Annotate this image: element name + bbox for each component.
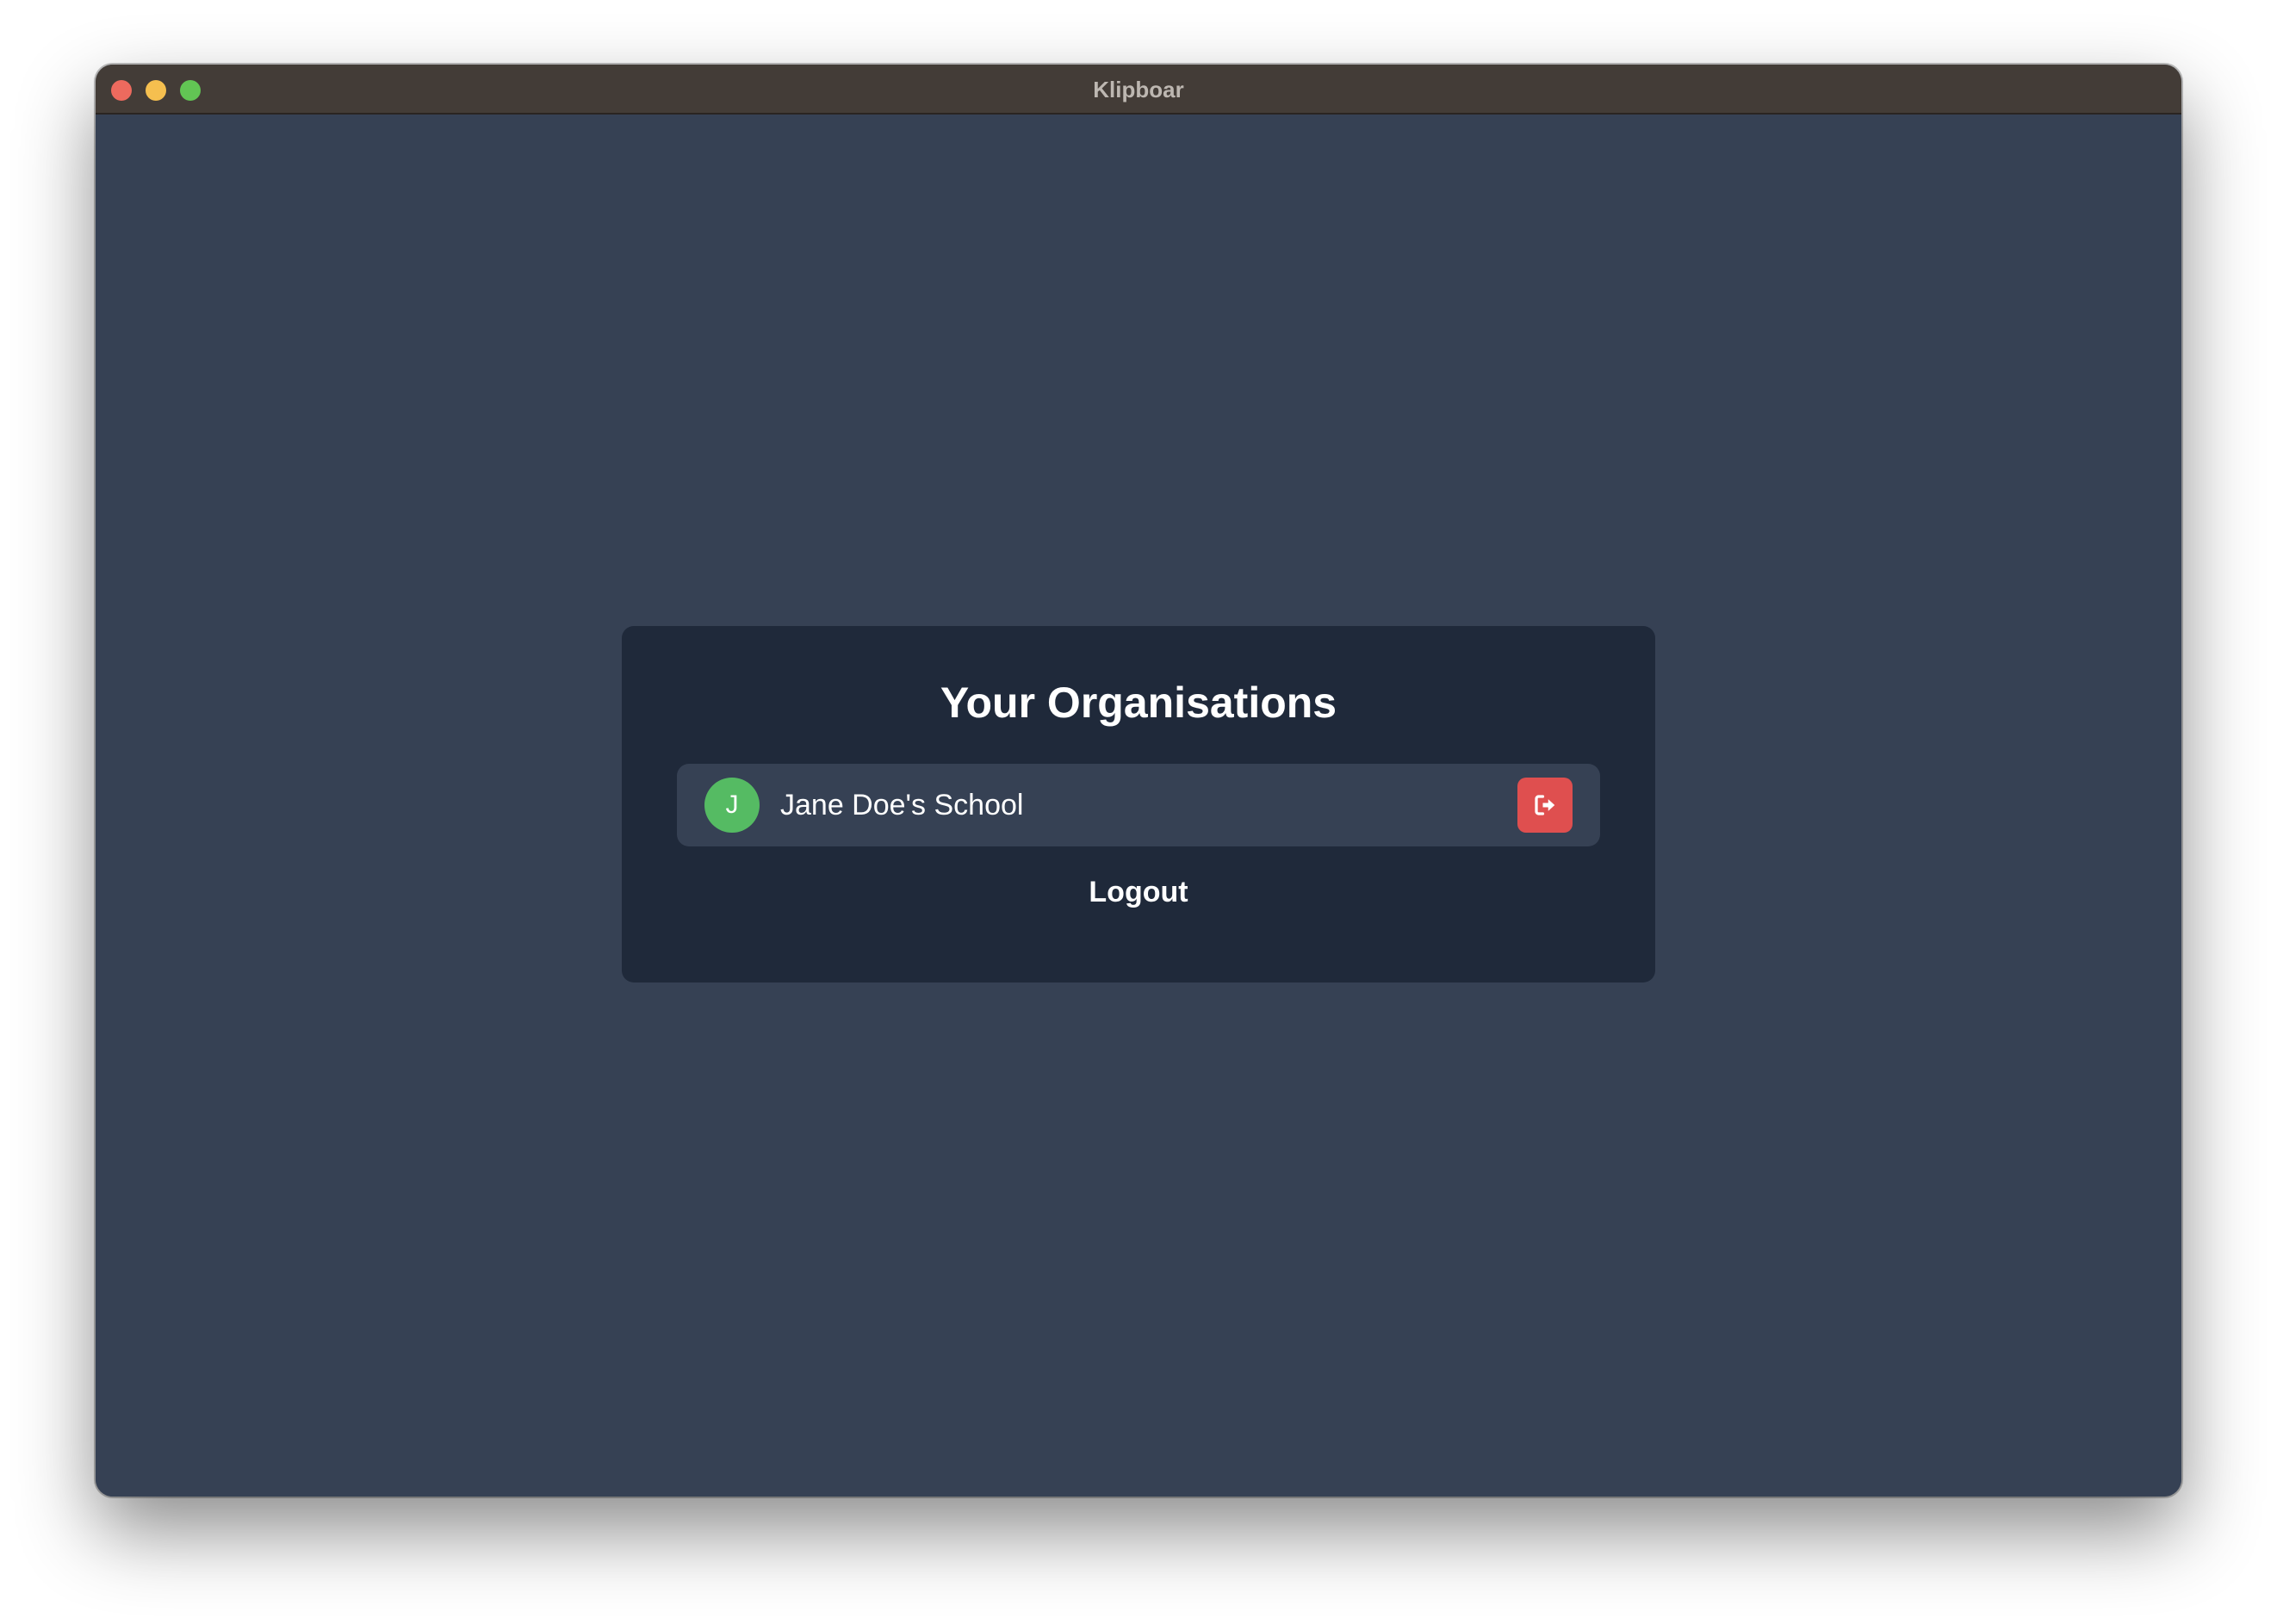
logout-button[interactable]: Logout [1089,876,1188,908]
logout-area: Logout [622,876,1655,909]
main-content: Your Organisations J Jane Doe's School L… [96,115,2181,1497]
window-title: Klipboar [1093,77,1184,102]
title-bar[interactable]: Klipboar [96,65,2181,115]
page-title: Your Organisations [940,679,1337,727]
app-window: Klipboar Your Organisations J Jane Doe's… [96,65,2181,1497]
leave-organisation-icon [1535,795,1555,815]
organisation-name[interactable]: Jane Doe's School [780,764,1023,846]
organisation-item[interactable]: J Jane Doe's School [677,764,1600,846]
avatar: J [704,778,760,833]
leave-organisation-button[interactable] [1517,778,1573,833]
organisations-card: Your Organisations J Jane Doe's School L… [622,626,1655,982]
